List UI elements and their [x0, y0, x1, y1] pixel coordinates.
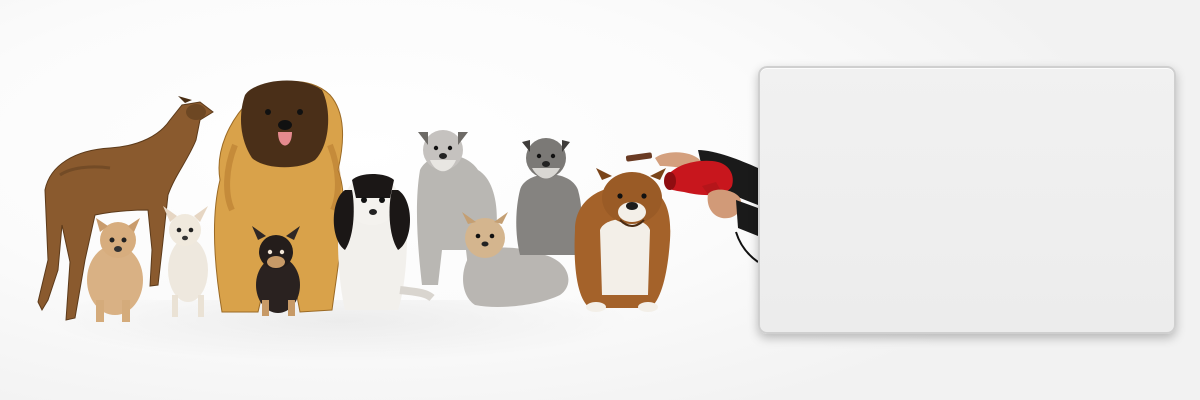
long-hair-chihuahua [87, 218, 143, 322]
schnauzer-2 [516, 138, 582, 255]
white-chihuahua [163, 206, 208, 317]
cavalier-king-charles [333, 174, 435, 310]
bulldog [574, 168, 671, 312]
dogs-illustration [37, 80, 759, 322]
hero-banner [0, 0, 1200, 400]
blank-text-panel [758, 66, 1176, 334]
